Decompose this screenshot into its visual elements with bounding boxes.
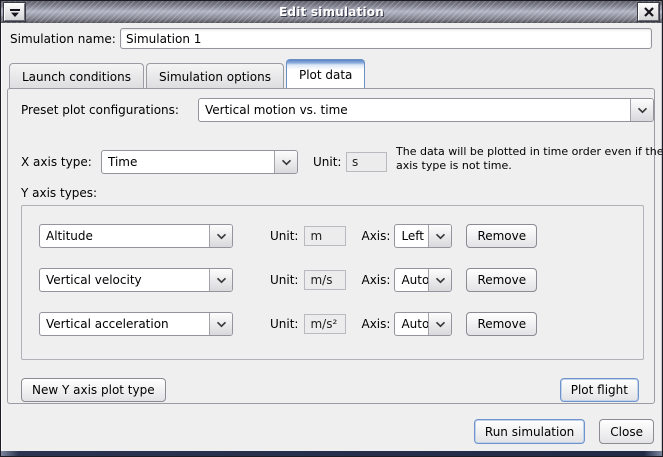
panel-bottom-row: New Y axis plot type Plot flight — [21, 378, 639, 402]
x-axis-unit-field: s — [346, 152, 387, 172]
chevron-down-icon — [428, 269, 451, 291]
plot-data-panel: Preset plot configurations: Vertical mot… — [7, 88, 655, 404]
remove-button[interactable]: Remove — [466, 224, 537, 248]
x-axis-type-label: X axis type: — [21, 155, 92, 169]
unit-field: m/s² — [304, 314, 346, 334]
y-axis-types-label: Y axis types: — [21, 186, 97, 200]
axis-select[interactable]: Left — [394, 224, 452, 248]
x-axis-type-value: Time — [102, 151, 274, 173]
window-bottom-border — [1, 451, 662, 456]
tab-label: Simulation options — [159, 70, 271, 84]
edit-simulation-dialog: Edit simulation Simulation name: Launch … — [0, 0, 663, 457]
close-icon — [643, 3, 655, 22]
chevron-down-icon — [630, 99, 653, 121]
y-axis-row-vertical-acceleration: Vertical acceleration Unit: m/s² Axis: A… — [22, 312, 643, 336]
simulation-name-input[interactable] — [120, 28, 652, 49]
axis-label: Axis: — [361, 273, 390, 287]
window-title: Edit simulation — [279, 5, 384, 19]
y-axis-row-vertical-velocity: Vertical velocity Unit: m/s Axis: Auto R… — [22, 268, 643, 292]
tab-label: Launch conditions — [22, 70, 131, 84]
x-axis-unit-label: Unit: — [313, 155, 341, 169]
simulation-name-label: Simulation name: — [10, 32, 116, 46]
unit-label: Unit: — [270, 273, 298, 287]
close-window-button[interactable] — [638, 3, 659, 21]
chevron-down-icon — [274, 151, 297, 173]
new-y-axis-plot-type-button[interactable]: New Y axis plot type — [21, 378, 166, 402]
y-axis-type-value: Altitude — [40, 225, 209, 247]
axis-label: Axis: — [361, 317, 390, 331]
x-axis-note: The data will be plotted in time order e… — [396, 145, 663, 173]
axis-value: Auto — [395, 313, 428, 335]
tab-plot-data[interactable]: Plot data — [286, 59, 365, 89]
remove-button[interactable]: Remove — [466, 312, 537, 336]
axis-label: Axis: — [361, 229, 390, 243]
tab-launch-conditions[interactable]: Launch conditions — [9, 63, 144, 89]
close-button[interactable]: Close — [599, 419, 654, 444]
tab-bar: Launch conditions Simulation options Plo… — [9, 59, 365, 89]
axis-value: Auto — [395, 269, 428, 291]
chevron-down-icon — [428, 225, 451, 247]
x-axis-row: X axis type: Time Unit: s The data will … — [21, 149, 643, 175]
unit-field: m — [304, 226, 346, 246]
chevron-down-icon — [209, 269, 232, 291]
axis-select[interactable]: Auto — [394, 268, 452, 292]
unit-label: Unit: — [270, 229, 298, 243]
chevron-down-icon — [209, 313, 232, 335]
y-axis-type-select[interactable]: Vertical acceleration — [39, 312, 233, 336]
y-axis-row-altitude: Altitude Unit: m Axis: Left Remove — [22, 224, 643, 248]
axis-value: Left — [395, 225, 428, 247]
titlebar[interactable]: Edit simulation — [1, 1, 662, 23]
preset-row: Preset plot configurations: Vertical mot… — [21, 98, 643, 122]
simulation-name-row: Simulation name: — [10, 28, 654, 50]
unit-label: Unit: — [270, 317, 298, 331]
preset-configuration-select[interactable]: Vertical motion vs. time — [198, 98, 654, 122]
dialog-buttons: Run simulation Close — [474, 419, 654, 444]
window-menu-button[interactable] — [4, 3, 25, 21]
unit-field: m/s — [304, 270, 346, 290]
axis-select[interactable]: Auto — [394, 312, 452, 336]
chevron-down-icon — [209, 225, 232, 247]
chevron-down-icon — [428, 313, 451, 335]
tab-simulation-options[interactable]: Simulation options — [146, 63, 284, 89]
tab-label: Plot data — [299, 68, 352, 82]
y-axis-types-group: Altitude Unit: m Axis: Left Remove — [21, 205, 644, 360]
y-axis-type-select[interactable]: Vertical velocity — [39, 268, 233, 292]
preset-configurations-label: Preset plot configurations: — [21, 103, 179, 117]
remove-button[interactable]: Remove — [466, 268, 537, 292]
y-axis-type-value: Vertical velocity — [40, 269, 209, 291]
x-axis-type-select[interactable]: Time — [101, 150, 298, 174]
plot-flight-button[interactable]: Plot flight — [560, 378, 639, 402]
y-axis-type-value: Vertical acceleration — [40, 313, 209, 335]
preset-configuration-value: Vertical motion vs. time — [199, 99, 630, 121]
window-menu-icon — [9, 3, 21, 22]
run-simulation-button[interactable]: Run simulation — [474, 419, 585, 444]
y-axis-type-select[interactable]: Altitude — [39, 224, 233, 248]
